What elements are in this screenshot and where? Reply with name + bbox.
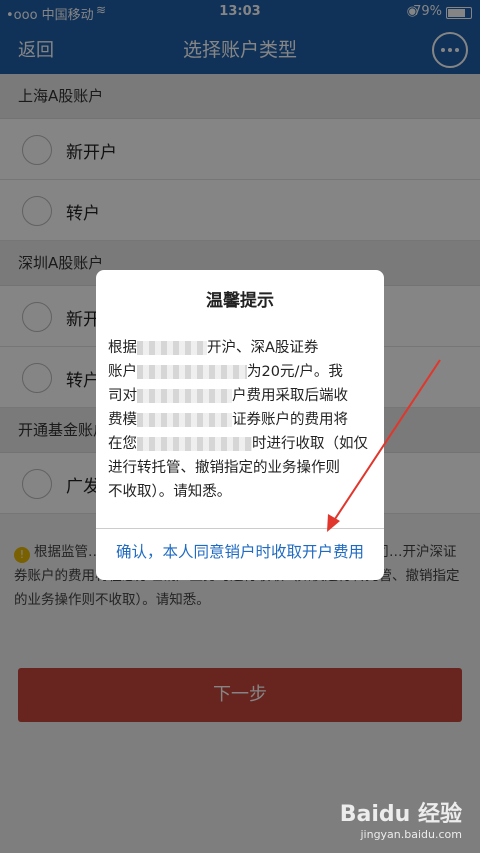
watermark-brand: Baidu 经验 (339, 802, 462, 827)
baidu-watermark: Baidu 经验 jingyan.baidu.com (340, 796, 462, 841)
annotation-arrow (327, 359, 441, 532)
watermark-url: jingyan.baidu.com (360, 828, 462, 841)
